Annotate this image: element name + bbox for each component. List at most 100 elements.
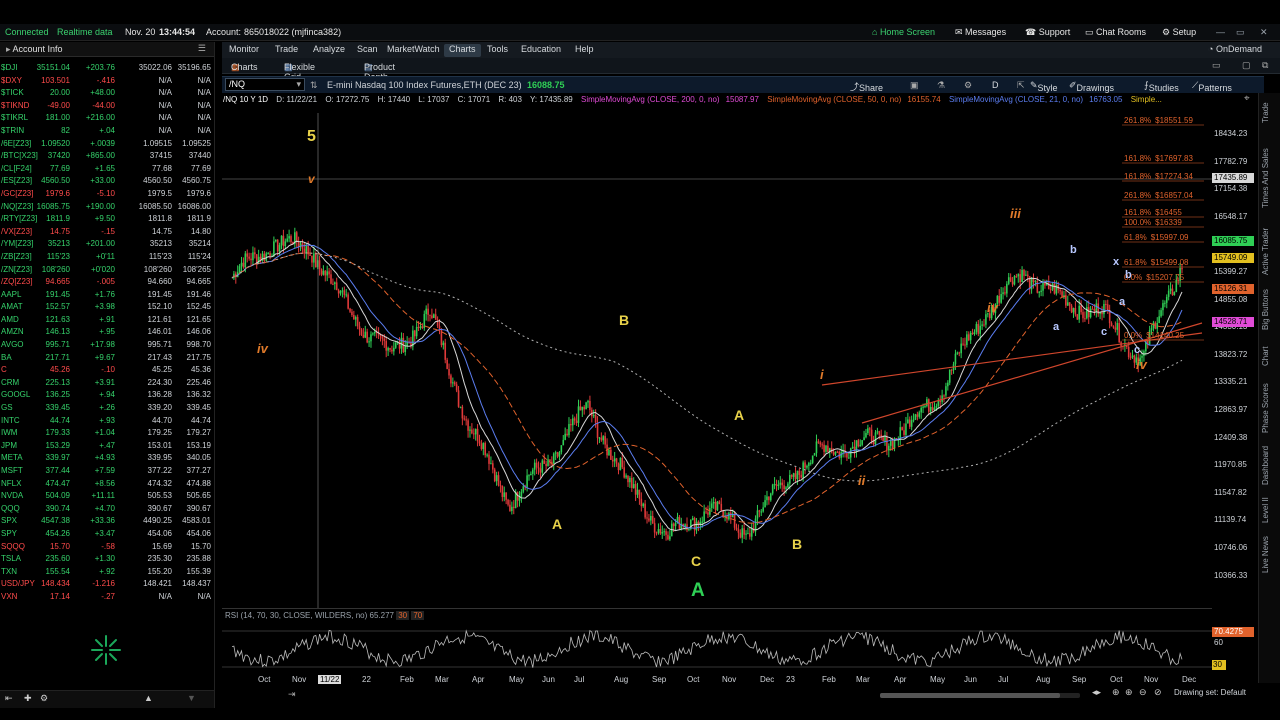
drawing-set-label[interactable]: Drawing set: Default: [1174, 688, 1246, 697]
ondemand-button[interactable]: ◔ OnDemand: [1208, 44, 1262, 54]
watchlist-row[interactable]: AMAT 152.57 +3.98 152.10 152.45: [0, 301, 214, 314]
watchlist-row[interactable]: GS 339.45 +.26 339.20 339.45: [0, 402, 214, 415]
watchlist-row[interactable]: /ZN[Z23] 108'260 +0'020 108'260 108'265: [0, 264, 214, 277]
layout-icon[interactable]: ▭: [1212, 60, 1221, 71]
watchlist-row[interactable]: USD/JPY 148.434 -1.216 148.421 148.437: [0, 578, 214, 591]
window-icon[interactable]: ▢: [1242, 60, 1251, 71]
menu-tools[interactable]: Tools: [482, 44, 513, 57]
watchlist-row[interactable]: $TIKRL 181.00 +216.00 N/A N/A: [0, 112, 214, 125]
symbol-input[interactable]: /NQ ▾: [225, 78, 305, 91]
watchlist-row[interactable]: AAPL 191.45 +1.76 191.45 191.46: [0, 289, 214, 302]
watchlist-row[interactable]: $TIKND -49.00 -44.00 N/A N/A: [0, 100, 214, 113]
watchlist-row[interactable]: /BTC[X23] 37420 +865.00 37415 37440: [0, 150, 214, 163]
messages-button[interactable]: ✉ Messages: [955, 27, 1006, 38]
watchlist-row[interactable]: $TRIN 82 +.04 N/A N/A: [0, 125, 214, 138]
collapse-icon[interactable]: ⇤: [5, 693, 13, 704]
minimize-icon[interactable]: —: [1216, 27, 1225, 37]
time-axis[interactable]: Oct Nov 11/22 22 Feb Mar Apr May Jun Jul Aug Sep Oct…: [222, 675, 1212, 689]
watchlist-row[interactable]: MSFT 377.44 +7.59 377.22 377.27: [0, 465, 214, 478]
side-tab-times-and-sales[interactable]: Times And Sales: [1261, 148, 1270, 208]
support-button[interactable]: ☎ Support: [1025, 27, 1070, 38]
menu-charts[interactable]: Charts: [444, 44, 481, 57]
watchlist-row[interactable]: NFLX 474.47 +8.56 474.32 474.88: [0, 478, 214, 491]
menu-marketwatch[interactable]: MarketWatch: [382, 44, 445, 57]
watchlist-row[interactable]: /NQ[Z23] 16085.75 +190.00 16085.50 16086.00: [0, 201, 214, 214]
studies-button[interactable]: ⨍ Studies: [1144, 80, 1179, 93]
watchlist-row[interactable]: META 339.97 +4.93 339.95 340.05: [0, 452, 214, 465]
crosshair-icon[interactable]: ⊕: [1112, 687, 1120, 698]
account-info-header[interactable]: ▸ Account Info ☰: [0, 42, 214, 57]
rsi-panel[interactable]: RSI (14, 70, 30, CLOSE, WILDERS, no) 65.…: [222, 608, 1212, 674]
zoom-in-icon[interactable]: ⊕: [1125, 687, 1133, 698]
drawings-button[interactable]: ✐ Drawings: [1069, 80, 1114, 93]
watchlist-row[interactable]: $DJI 35151.04 +203.76 35022.06 35196.65: [0, 62, 214, 75]
flask-icon[interactable]: ⚗: [937, 80, 945, 91]
gear-icon[interactable]: ⚙: [40, 693, 48, 704]
gear-icon[interactable]: ⚙: [964, 80, 972, 91]
share-button[interactable]: ⤴ Share: [850, 80, 883, 93]
watchlist-row[interactable]: /YM[Z23] 35213 +201.00 35213 35214: [0, 238, 214, 251]
menu-icon[interactable]: ☰: [198, 43, 206, 54]
watchlist-row[interactable]: SPY 454.26 +3.47 454.06 454.06: [0, 528, 214, 541]
scroll-up-icon[interactable]: ▲: [144, 693, 153, 703]
menu-help[interactable]: Help: [570, 44, 599, 57]
watchlist-row[interactable]: VXN 17.14 -.27 N/A N/A: [0, 591, 214, 604]
chat-rooms-button[interactable]: ▭ Chat Rooms: [1085, 27, 1146, 38]
watchlist-row[interactable]: /ZB[Z23] 115'23 +0'11 115'23 115'24: [0, 251, 214, 264]
watchlist-row[interactable]: $TICK 20.00 +48.00 N/A N/A: [0, 87, 214, 100]
watchlist-row[interactable]: TSLA 235.60 +1.30 235.30 235.88: [0, 553, 214, 566]
home-screen-button[interactable]: ⌂ Home Screen: [872, 27, 935, 37]
watchlist-row[interactable]: INTC 44.74 +.93 44.70 44.74: [0, 415, 214, 428]
watchlist-row[interactable]: AVGO 995.71 +17.98 995.71 998.70: [0, 339, 214, 352]
patterns-button[interactable]: ⟋ Patterns: [1192, 80, 1232, 93]
watchlist-row[interactable]: JPM 153.29 +.47 153.01 153.19: [0, 440, 214, 453]
watchlist-row[interactable]: /ZQ[Z23] 94.665 -.005 94.660 94.665: [0, 276, 214, 289]
watchlist-row[interactable]: /6E[Z23] 1.09520 +.0039 1.09515 1.09525: [0, 138, 214, 151]
scrollbar-thumb[interactable]: [880, 693, 1060, 698]
menu-education[interactable]: Education: [516, 44, 566, 57]
watchlist-row[interactable]: AMD 121.63 +.91 121.61 121.65: [0, 314, 214, 327]
side-tab-big-buttons[interactable]: Big Buttons: [1261, 289, 1270, 330]
add-gadget-icon[interactable]: ✚: [24, 693, 32, 704]
horizontal-scrollbar[interactable]: [880, 693, 1080, 698]
side-tab-trade[interactable]: Trade: [1261, 102, 1270, 123]
side-tab-chart[interactable]: Chart: [1261, 346, 1270, 366]
watchlist-row[interactable]: /GC[Z23] 1979.6 -5.10 1979.5 1979.6: [0, 188, 214, 201]
expand-icon[interactable]: ⇥: [288, 689, 296, 700]
watchlist-row[interactable]: CRM 225.13 +3.91 224.30 225.46: [0, 377, 214, 390]
watchlist-row[interactable]: IWM 179.33 +1.04 179.25 179.27: [0, 427, 214, 440]
watchlist-row[interactable]: /ES[Z23] 4560.50 +33.00 4560.50 4560.75: [0, 175, 214, 188]
maximize-icon[interactable]: ▭: [1236, 27, 1245, 38]
side-tab-level-ii[interactable]: Level II: [1261, 497, 1270, 523]
watchlist-row[interactable]: NVDA 504.09 +11.11 505.53 505.65: [0, 490, 214, 503]
scroll-left-icon[interactable]: ◂▸: [1092, 687, 1101, 698]
zoom-out-icon[interactable]: ⊖: [1139, 687, 1147, 698]
link-icon[interactable]: ⧉: [1262, 60, 1268, 71]
price-axis[interactable]: 18434.2317782.7917154.3816548.1715963.35…: [1212, 93, 1256, 608]
watchlist-row[interactable]: C 45.26 -.10 45.25 45.36: [0, 364, 214, 377]
watchlist-row[interactable]: SQQQ 15.70 -.58 15.69 15.70: [0, 541, 214, 554]
close-icon[interactable]: ✕: [1260, 27, 1268, 38]
price-chart[interactable]: 261.8% $18551.59 161.8% $17697.83 161.8% $172…: [222, 93, 1212, 608]
watchlist-row[interactable]: QQQ 390.74 +4.70 390.67 390.67: [0, 503, 214, 516]
watchlist-row[interactable]: GOOGL 136.25 +.94 136.28 136.32: [0, 389, 214, 402]
watchlist-row[interactable]: /VX[Z23] 14.75 -.15 14.75 14.80: [0, 226, 214, 239]
side-tab-phase-scores[interactable]: Phase Scores: [1261, 383, 1270, 433]
watchlist-row[interactable]: SPX 4547.38 +33.36 4490.25 4583.01: [0, 515, 214, 528]
watchlist-row[interactable]: AMZN 146.13 +.95 146.01 146.06: [0, 326, 214, 339]
chart-settings-icon[interactable]: ⇅: [310, 80, 318, 91]
setup-button[interactable]: ⚙ Setup: [1162, 27, 1196, 38]
snapshot-icon[interactable]: ▣: [910, 80, 919, 91]
dropdown-icon[interactable]: ▾: [296, 79, 301, 90]
side-tab-dashboard[interactable]: Dashboard: [1261, 446, 1270, 485]
zoom-fit-icon[interactable]: ⊘: [1154, 687, 1162, 698]
menu-scan[interactable]: Scan: [352, 44, 383, 57]
period-button[interactable]: D: [992, 80, 999, 90]
menu-trade[interactable]: Trade: [270, 44, 303, 57]
side-tab-active-trader[interactable]: Active Trader: [1261, 228, 1270, 275]
menu-analyze[interactable]: Analyze: [308, 44, 350, 57]
watchlist-row[interactable]: TXN 155.54 +.92 155.20 155.39: [0, 566, 214, 579]
watchlist-row[interactable]: /CL[F24] 77.69 +1.65 77.68 77.69: [0, 163, 214, 176]
menu-monitor[interactable]: Monitor: [224, 44, 264, 57]
style-button[interactable]: ✎ Style: [1030, 80, 1058, 93]
